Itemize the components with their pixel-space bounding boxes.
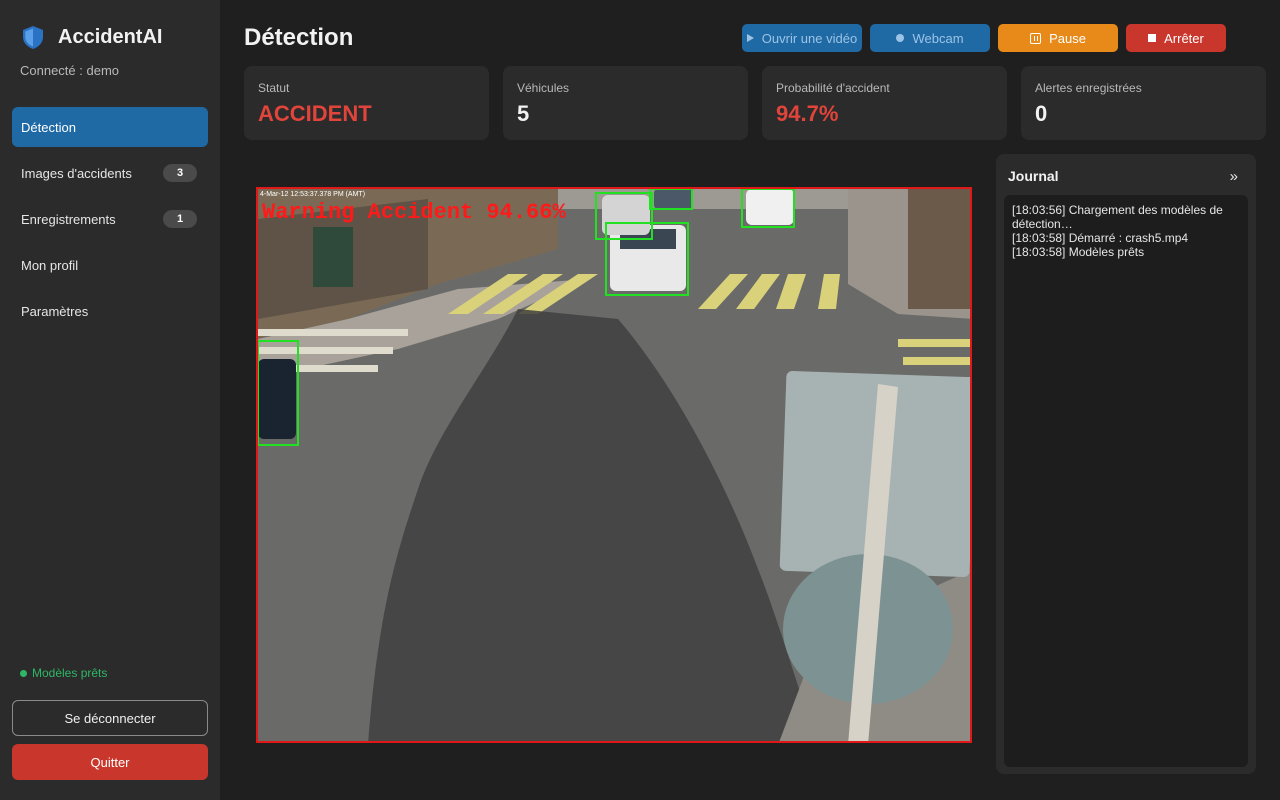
app-title: AccidentAI bbox=[58, 25, 163, 48]
vehicles-card: Véhicules 5 bbox=[503, 66, 748, 140]
record-dot-icon bbox=[896, 34, 905, 42]
probability-card: Probabilité d'accident 94.7% bbox=[762, 66, 1007, 140]
shield-icon bbox=[23, 26, 43, 49]
accident-warning-overlay: Warning Accident 94.66% bbox=[262, 200, 566, 225]
sidebar-nav: Détection Images d'accidents 3 Enregistr… bbox=[12, 107, 208, 337]
sidebar: AccidentAI Connecté : demo Détection Ima… bbox=[0, 0, 220, 800]
quit-button[interactable]: Quitter bbox=[12, 744, 208, 780]
status-value: ACCIDENT bbox=[258, 101, 372, 126]
models-status: Modèles prêts bbox=[20, 666, 107, 680]
brand: AccidentAI bbox=[20, 24, 162, 50]
log-line: [18:03:56] Chargement des modèles de dét… bbox=[1012, 203, 1223, 231]
play-icon bbox=[746, 34, 754, 42]
webcam-button[interactable]: Webcam bbox=[870, 24, 990, 52]
probability-value: 94.7% bbox=[776, 101, 839, 126]
logout-button[interactable]: Se déconnecter bbox=[12, 700, 208, 736]
card-label: Alertes enregistrées bbox=[1035, 81, 1142, 95]
card-label: Véhicules bbox=[517, 81, 570, 95]
sidebar-item-label: Mon profil bbox=[21, 257, 79, 273]
status-dot-icon bbox=[20, 669, 27, 677]
sidebar-item-profile[interactable]: Mon profil bbox=[12, 245, 208, 285]
pause-icon bbox=[1030, 32, 1042, 44]
video-frame: 4-Mar-12 12:53:37.378 PM (AMT) Warning A… bbox=[256, 187, 972, 743]
open-video-button[interactable]: Ouvrir une vidéo bbox=[742, 24, 862, 52]
collapse-journal-button[interactable]: » bbox=[1230, 168, 1238, 185]
sidebar-item-detection[interactable]: Détection bbox=[12, 107, 208, 147]
sidebar-item-label: Enregistrements bbox=[21, 211, 116, 227]
stats-cards: Statut ACCIDENT Véhicules 5 Probabilité … bbox=[244, 66, 1266, 140]
log-line: [18:03:58] Démarré : crash5.mp4 bbox=[1012, 231, 1189, 245]
pause-label: Pause bbox=[1049, 30, 1086, 46]
sidebar-item-label: Paramètres bbox=[21, 303, 89, 319]
sidebar-item-settings[interactable]: Paramètres bbox=[12, 291, 208, 331]
card-label: Probabilité d'accident bbox=[776, 81, 890, 95]
journal-log: [18:03:56] Chargement des modèles de dét… bbox=[1004, 195, 1248, 767]
sidebar-item-label: Détection bbox=[21, 119, 76, 135]
sidebar-item-label: Images d'accidents bbox=[21, 165, 132, 181]
connected-user: Connecté : demo bbox=[20, 63, 120, 78]
journal-title: Journal bbox=[1008, 168, 1059, 184]
stop-button[interactable]: Arrêter bbox=[1126, 24, 1226, 52]
pause-button[interactable]: Pause bbox=[998, 24, 1118, 52]
page-title: Détection bbox=[244, 24, 354, 51]
video-panel: 4-Mar-12 12:53:37.378 PM (AMT) Warning A… bbox=[244, 154, 984, 774]
card-label: Statut bbox=[258, 81, 290, 95]
alerts-card: Alertes enregistrées 0 bbox=[1021, 66, 1266, 140]
open-video-label: Ouvrir une vidéo bbox=[761, 30, 858, 46]
camera-feed: 4-Mar-12 12:53:37.378 PM (AMT) Warning A… bbox=[258, 189, 970, 741]
sidebar-item-accident-images[interactable]: Images d'accidents 3 bbox=[12, 153, 208, 193]
webcam-label: Webcam bbox=[912, 30, 964, 46]
vehicles-value: 5 bbox=[517, 101, 530, 126]
stop-icon bbox=[1148, 34, 1157, 42]
status-card: Statut ACCIDENT bbox=[244, 66, 489, 140]
count-badge: 3 bbox=[163, 164, 197, 182]
sidebar-item-recordings[interactable]: Enregistrements 1 bbox=[12, 199, 208, 239]
models-status-label: Modèles prêts bbox=[32, 666, 108, 680]
toolbar: Ouvrir une vidéo Webcam Pause Arrêter bbox=[742, 24, 1226, 52]
log-line: [18:03:58] Modèles prêts bbox=[1012, 245, 1145, 259]
stop-label: Arrêter bbox=[1164, 30, 1204, 46]
journal-panel: Journal » [18:03:56] Chargement des modè… bbox=[996, 154, 1256, 774]
count-badge: 1 bbox=[163, 210, 197, 228]
alerts-value: 0 bbox=[1035, 101, 1048, 126]
video-timestamp: 4-Mar-12 12:53:37.378 PM (AMT) bbox=[260, 191, 365, 198]
